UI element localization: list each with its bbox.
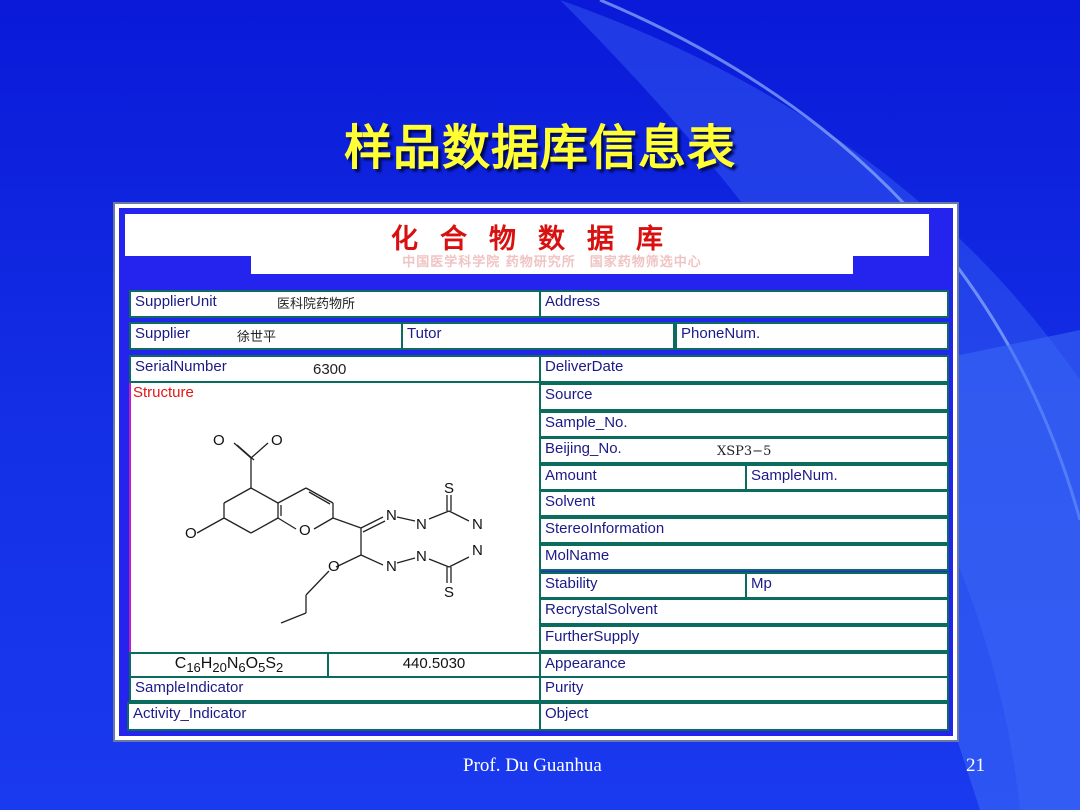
atom-s-1: S [444,480,454,497]
atom-o-2: O [271,432,283,449]
card-title: 化合物数据库 [391,224,685,255]
address-field: Address [539,290,949,318]
beijing-no-value: XSP3−5 [717,444,772,459]
compound-database-card: 化合物数据库 中国医学科学院 药物研究所 国家药物筛选中心 SupplierUn… [113,202,959,742]
further-supply-field: FurtherSupply [539,625,949,652]
recrystal-solvent-label: RecrystalSolvent [545,601,658,618]
tutor-field: Tutor [401,322,675,350]
purity-field: Purity [539,676,949,702]
structure-panel: Structure O O O O O N N N N N N S S [129,383,541,653]
mol-name-field: MolName [539,544,949,571]
sample-num-field: SampleNum. [745,464,949,491]
card-body: 化合物数据库 中国医学科学院 药物研究所 国家药物筛选中心 SupplierUn… [119,208,953,736]
activity-indicator-label: Activity_Indicator [133,705,247,722]
supplier-value: 徐世平 [237,330,277,345]
source-label: Source [545,386,593,403]
molecular-weight: 440.5030 [327,652,541,678]
molecular-structure-drawing: O O O O O N N N N N N S S [185,432,483,624]
atom-n-6: N [472,542,483,559]
atom-n-3: N [472,516,483,533]
supplier-field: Supplier 徐世平 [129,322,403,350]
recrystal-solvent-field: RecrystalSolvent [539,598,949,625]
solvent-label: Solvent [545,493,596,510]
atom-n-1: N [386,507,397,524]
appearance-field: Appearance [539,652,949,678]
amount-label: Amount [545,467,597,484]
amount-field: Amount [539,464,747,491]
supplier-unit-label: SupplierUnit [135,293,217,310]
stereo-information-label: StereoInformation [545,520,665,537]
atom-o-4: O [299,522,311,539]
stereo-information-field: StereoInformation [539,517,949,544]
address-label: Address [545,293,601,310]
atom-n-2: N [416,516,427,533]
slide-author: Prof. Du Guanhua [463,755,602,776]
deliver-date-label: DeliverDate [545,358,624,375]
phone-num-field: PhoneNum. [675,322,949,350]
atom-n-4: N [416,548,427,565]
atom-o-1: O [213,432,225,449]
source-field: Source [539,383,949,411]
sample-no-field: Sample_No. [539,411,949,438]
serial-number-value: 6300 [313,361,347,378]
object-label: Object [545,705,589,722]
solvent-field: Solvent [539,490,949,517]
card-header: 化合物数据库 [125,214,929,256]
stability-field: Stability [539,572,747,599]
slide-page-number: 21 [966,755,985,776]
slide-title: 样品数据库信息表 [343,120,736,176]
mp-field: Mp [745,572,949,599]
deliver-date-field: DeliverDate [539,355,949,383]
supplier-unit-value: 医科院药物所 [277,297,356,312]
sample-no-label: Sample_No. [545,414,628,431]
sample-indicator-field: SampleIndicator [129,676,541,702]
tutor-label: Tutor [407,325,442,342]
mol-name-label: MolName [545,547,610,564]
object-field: Object [539,702,949,731]
mp-label: Mp [751,575,772,592]
beijing-no-label: Beijing_No. [545,440,622,457]
atom-n-5: N [386,558,397,575]
serial-number-field: SerialNumber 6300 [129,355,541,383]
serial-number-label: SerialNumber [135,358,227,375]
supplier-label: Supplier [135,325,191,342]
atom-o-3: O [185,525,197,542]
card-subtitle: 中国医学科学院 药物研究所 国家药物筛选中心 [251,252,853,274]
purity-label: Purity [545,679,584,696]
appearance-label: Appearance [545,655,626,672]
phone-num-label: PhoneNum. [681,325,761,342]
activity-indicator-field: Activity_Indicator [127,702,541,731]
stability-label: Stability [545,575,598,592]
atom-o-5: O [328,558,340,575]
beijing-no-field: Beijing_No. XSP3−5 [539,437,949,464]
molecular-formula: C16H20N6O5S2 [129,652,329,678]
sample-indicator-label: SampleIndicator [135,679,244,696]
sample-num-label: SampleNum. [751,467,838,484]
supplier-unit-field: SupplierUnit 医科院药物所 [129,290,541,318]
further-supply-label: FurtherSupply [545,628,640,645]
atom-s-2: S [444,584,454,601]
